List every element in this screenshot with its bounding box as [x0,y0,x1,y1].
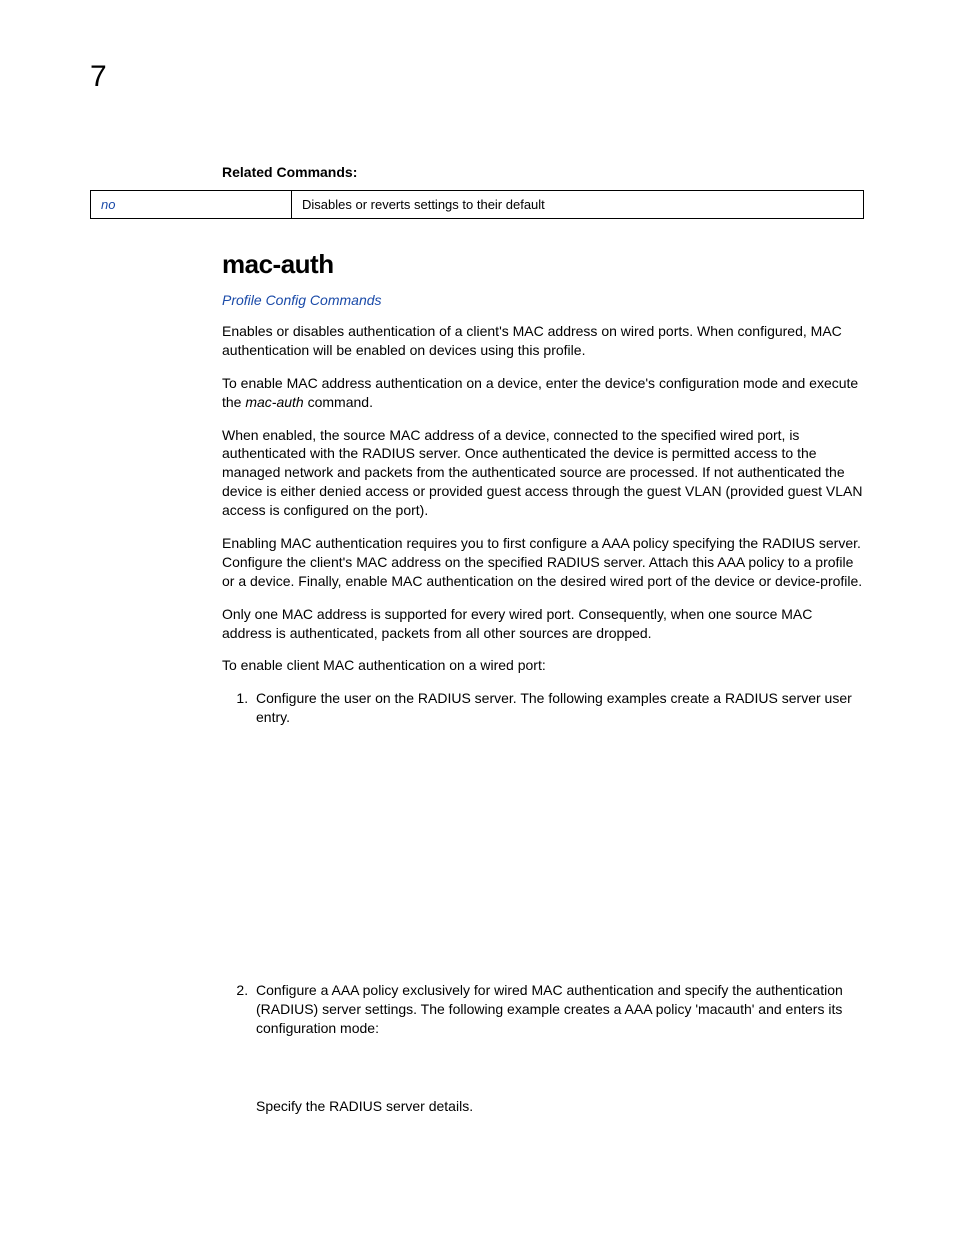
paragraph: Enables or disables authentication of a … [222,322,864,360]
table-row: no Disables or reverts settings to their… [91,191,864,219]
steps-list: Configure the user on the RADIUS server.… [222,689,864,727]
related-cmd-name[interactable]: no [91,191,292,219]
list-item: Configure a AAA policy exclusively for w… [252,981,864,1038]
content-area: mac-auth Profile Config Commands Enables… [222,249,864,1114]
section-title: mac-auth [222,249,864,280]
steps-list: Configure a AAA policy exclusively for w… [222,981,864,1038]
related-cmd-desc: Disables or reverts settings to their de… [292,191,864,219]
command-name-italic: mac-auth [245,394,303,410]
paragraph: When enabled, the source MAC address of … [222,426,864,520]
paragraph: To enable client MAC authentication on a… [222,656,864,675]
spacer [222,741,864,981]
content-area: Related Commands: [222,164,864,180]
list-item: Configure the user on the RADIUS server.… [252,689,864,727]
profile-config-link[interactable]: Profile Config Commands [222,292,864,308]
paragraph: Enabling MAC authentication requires you… [222,534,864,591]
page-number: 7 [90,60,864,94]
paragraph: Only one MAC address is supported for ev… [222,605,864,643]
related-commands-heading: Related Commands: [222,164,864,180]
text-fragment: command. [304,394,373,410]
related-commands-table: no Disables or reverts settings to their… [90,190,864,219]
step-subtext: Specify the RADIUS server details. [256,1098,864,1114]
page-container: 7 Related Commands: no Disables or rever… [0,0,954,1174]
paragraph: To enable MAC address authentication on … [222,374,864,412]
